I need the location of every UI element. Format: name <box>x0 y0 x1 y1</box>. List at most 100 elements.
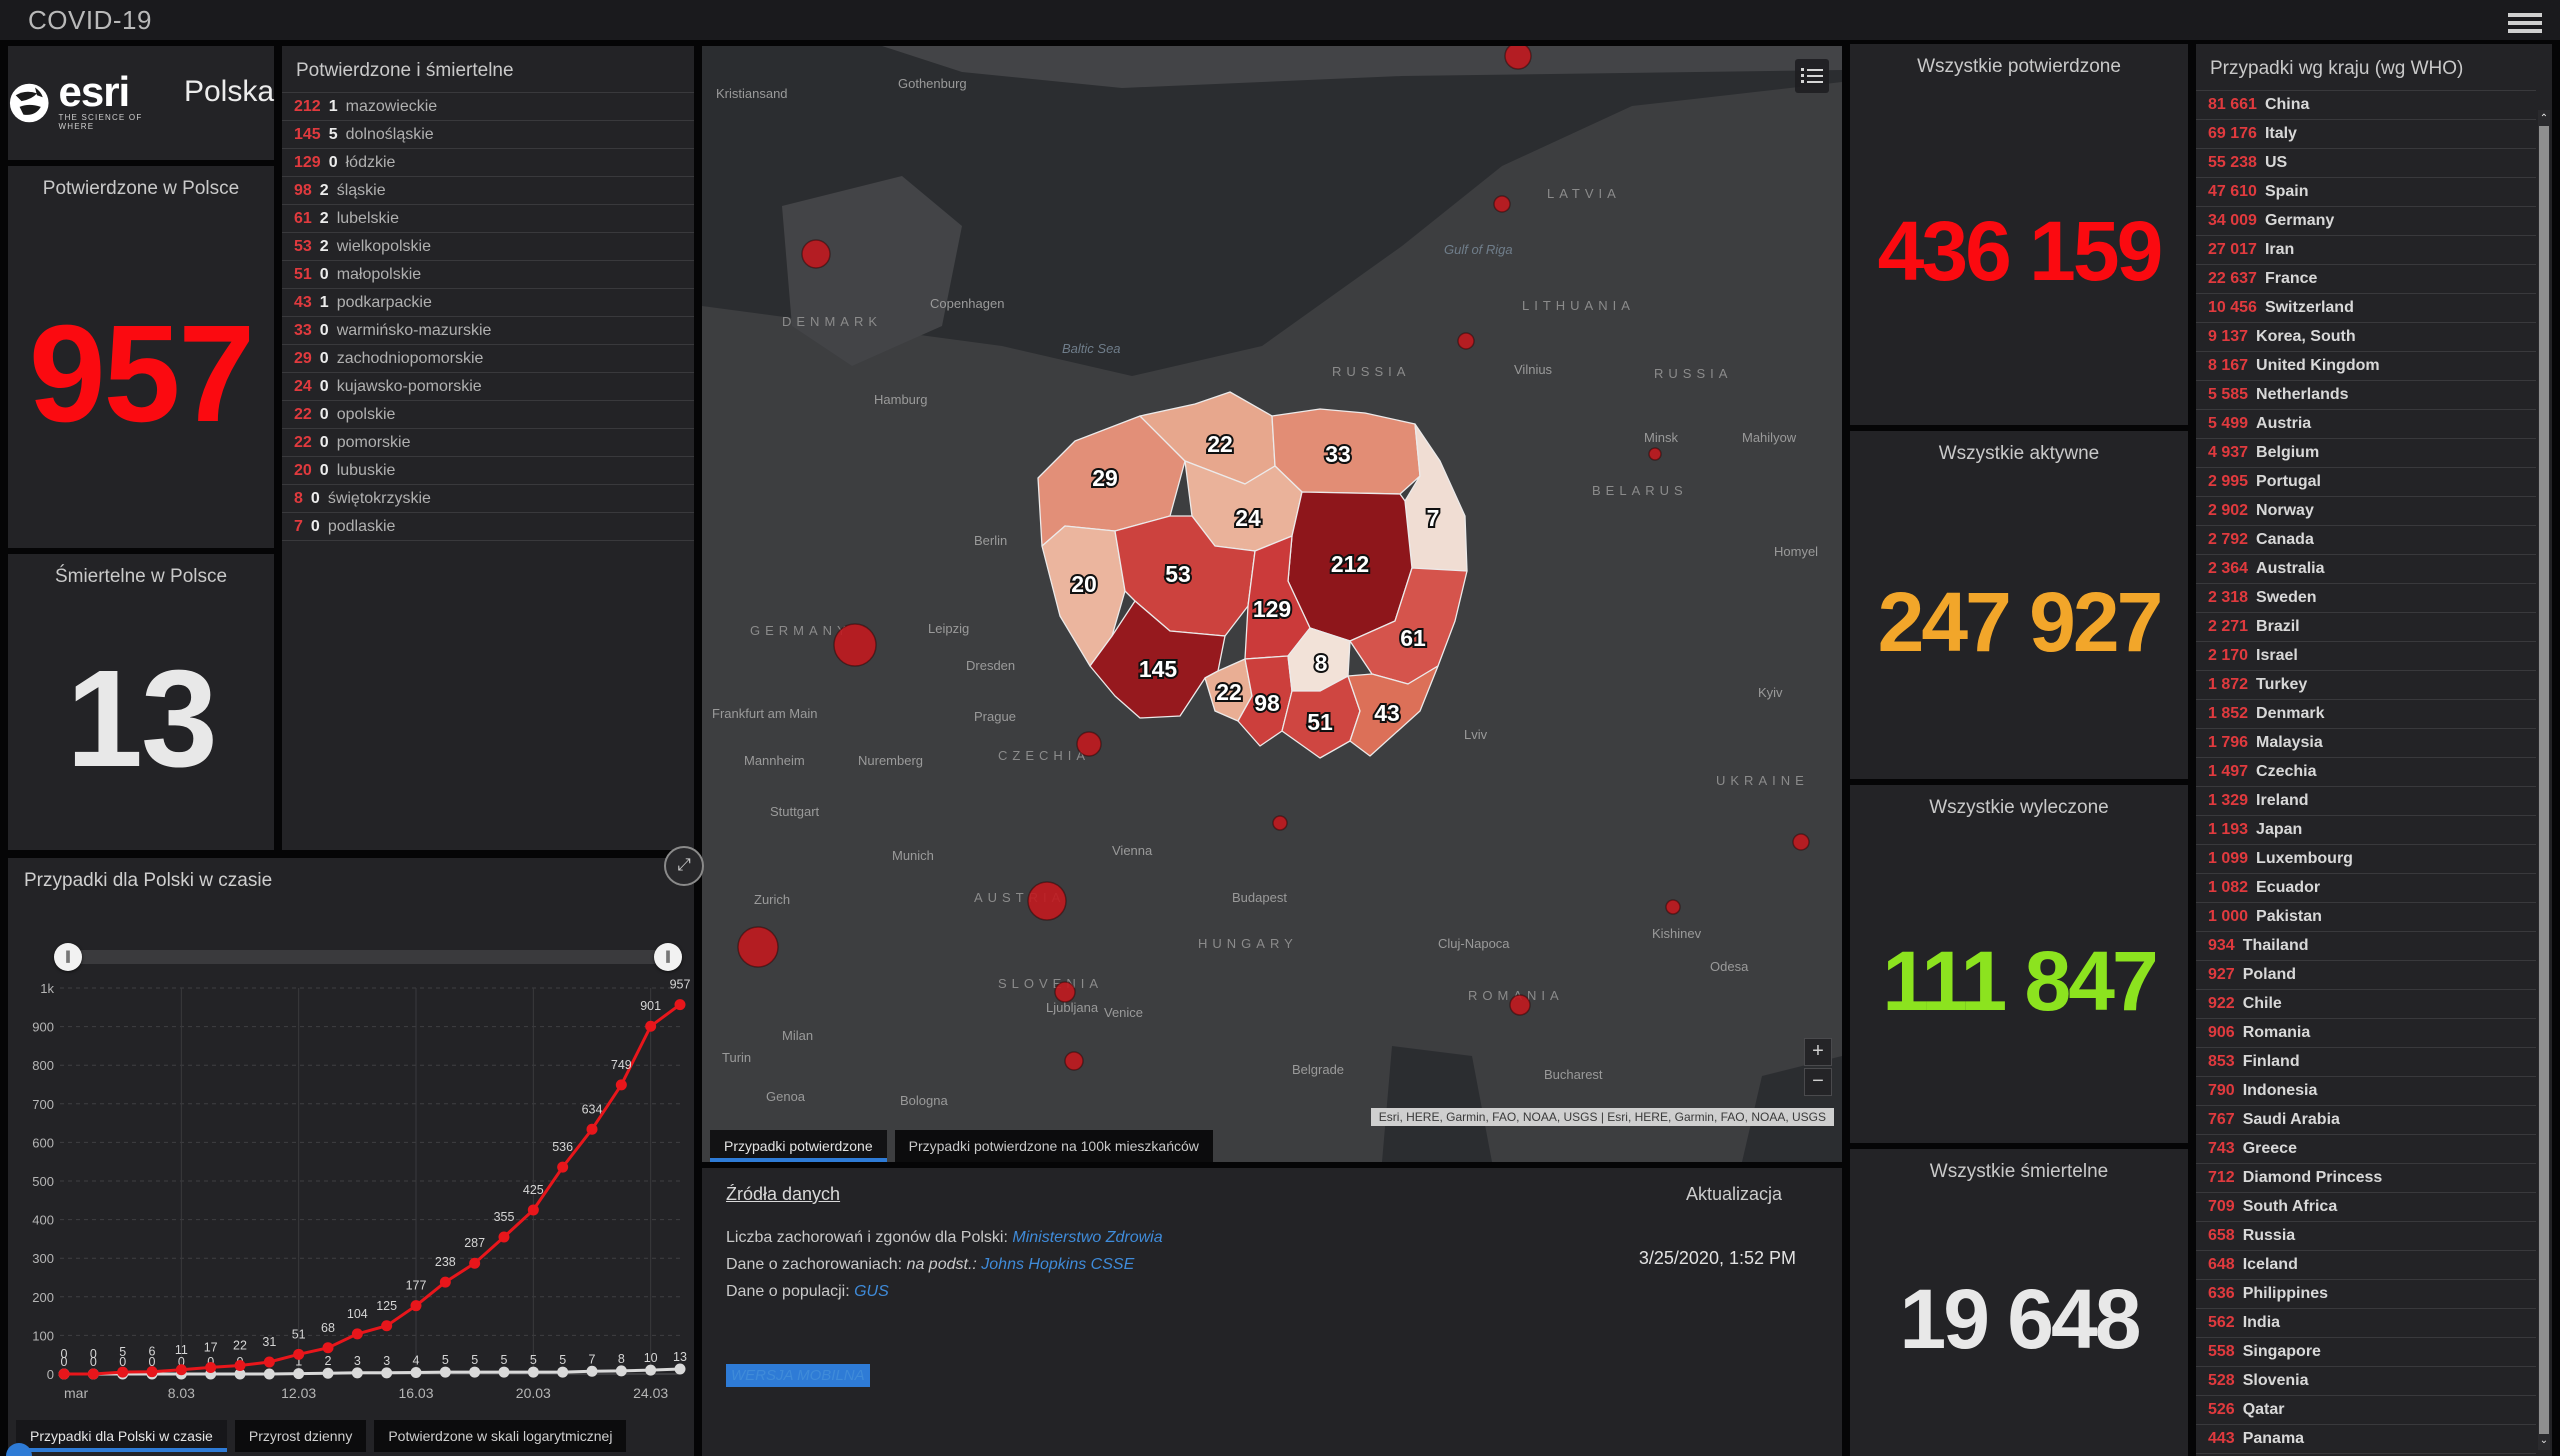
country-row[interactable]: 9 137Korea, South <box>2196 323 2536 352</box>
country-row[interactable]: 526Qatar <box>2196 1396 2536 1425</box>
country-row[interactable]: 1 099Luxembourg <box>2196 845 2536 874</box>
chart-tab[interactable]: Potwierdzone w skali logarytmicznej <box>374 1420 626 1452</box>
svg-text:51: 51 <box>1307 709 1333 735</box>
country-row[interactable]: 934Thailand <box>2196 932 2536 961</box>
svg-text:2: 2 <box>325 1354 332 1368</box>
country-row[interactable]: 906Romania <box>2196 1019 2536 1048</box>
country-row[interactable]: 709South Africa <box>2196 1193 2536 1222</box>
voivodeship-row[interactable]: 220pomorskie <box>282 429 694 457</box>
map-tab[interactable]: Przypadki potwierdzone na 100k mieszkańc… <box>895 1130 1213 1162</box>
country-row[interactable]: 2 902Norway <box>2196 497 2536 526</box>
expand-icon[interactable]: ⤢ <box>664 846 704 886</box>
zoom-out-button[interactable]: − <box>1804 1068 1832 1096</box>
voivodeship-row[interactable]: 2121mazowieckie <box>282 93 694 121</box>
country-row[interactable]: 927Poland <box>2196 961 2536 990</box>
menu-icon[interactable] <box>2508 9 2542 33</box>
chart-tab[interactable]: Przypadki dla Polski w czasie <box>16 1420 227 1452</box>
country-row[interactable]: 2 318Sweden <box>2196 584 2536 613</box>
country-row[interactable]: 10 456Switzerland <box>2196 294 2536 323</box>
voivodeship-row[interactable]: 1290łódzkie <box>282 149 694 177</box>
region-podkarpackie[interactable]: 43 <box>1348 666 1438 756</box>
country-row[interactable]: 27 017Iran <box>2196 236 2536 265</box>
country-row[interactable]: 922Chile <box>2196 990 2536 1019</box>
country-row[interactable]: 1 872Turkey <box>2196 671 2536 700</box>
country-list-title: Przypadki wg kraju (wg WHO) <box>2196 44 2552 90</box>
voivodeship-row[interactable]: 330warmińsko-mazurskie <box>282 317 694 345</box>
country-row[interactable]: 712Diamond Princess <box>2196 1164 2536 1193</box>
voivodeship-row[interactable]: 532wielkopolskie <box>282 233 694 261</box>
country-row[interactable]: 528Slovenia <box>2196 1367 2536 1396</box>
country-row[interactable]: 562India <box>2196 1309 2536 1338</box>
scrollbar-thumb[interactable] <box>2539 126 2549 1434</box>
voivodeship-row[interactable]: 612lubelskie <box>282 205 694 233</box>
country-row[interactable]: 1 852Denmark <box>2196 700 2536 729</box>
country-row[interactable]: 5 585Netherlands <box>2196 381 2536 410</box>
region-mazowieckie[interactable]: 212 <box>1288 492 1412 641</box>
country-row[interactable]: 55 238US <box>2196 149 2536 178</box>
mobile-version-link[interactable]: WERSJA MOBILNA <box>726 1364 870 1387</box>
country-row[interactable]: 34 009Germany <box>2196 207 2536 236</box>
country-row[interactable]: 2 995Portugal <box>2196 468 2536 497</box>
voivodeship-row[interactable]: 290zachodniopomorskie <box>282 345 694 373</box>
voivodeship-row[interactable]: 220opolskie <box>282 401 694 429</box>
svg-text:145: 145 <box>1139 656 1178 682</box>
voivodeship-row[interactable]: 240kujawsko-pomorskie <box>282 373 694 401</box>
country-row[interactable]: 1 193Japan <box>2196 816 2536 845</box>
country-row[interactable]: 4 937Belgium <box>2196 439 2536 468</box>
country-row[interactable]: 767Saudi Arabia <box>2196 1106 2536 1135</box>
map-panel[interactable]: KristiansandGothenburgDENMARKCopenhagenB… <box>702 46 1842 1162</box>
zoom-in-button[interactable]: + <box>1804 1038 1832 1066</box>
svg-text:8: 8 <box>618 1352 625 1366</box>
map-tab[interactable]: Przypadki potwierdzone <box>710 1130 887 1162</box>
country-row[interactable]: 2 170Israel <box>2196 642 2536 671</box>
country-row[interactable]: 1 000Pakistan <box>2196 903 2536 932</box>
update-timestamp: 3/25/2020, 1:52 PM <box>1639 1248 1796 1269</box>
country-row[interactable]: 658Russia <box>2196 1222 2536 1251</box>
confirmed-poland-value: 957 <box>8 200 274 548</box>
sources-heading: Źródła danych <box>726 1184 840 1205</box>
country-row[interactable]: 1 497Czechia <box>2196 758 2536 787</box>
country-row[interactable]: 2 271Brazil <box>2196 613 2536 642</box>
voivodeship-row[interactable]: 70podlaskie <box>282 513 694 541</box>
country-row[interactable]: 2 792Canada <box>2196 526 2536 555</box>
country-row[interactable]: 47 610Spain <box>2196 178 2536 207</box>
gus-link[interactable]: GUS <box>854 1283 889 1300</box>
voivodeship-row[interactable]: 431podkarpackie <box>282 289 694 317</box>
country-row[interactable]: 443Panama <box>2196 1425 2536 1454</box>
poland-choropleth[interactable]: 292233724212205312914522988615143 <box>1020 366 1495 806</box>
jhu-link[interactable]: Johns Hopkins CSSE <box>981 1256 1134 1273</box>
voivodeship-row[interactable]: 982śląskie <box>282 177 694 205</box>
legend-icon[interactable] <box>1795 59 1829 93</box>
scroll-up-icon[interactable]: ⌃ <box>2538 112 2550 126</box>
app-title: COVID-19 <box>28 5 152 36</box>
scroll-down-icon[interactable]: ⌄ <box>2538 1434 2550 1448</box>
ministry-link[interactable]: Ministerstwo Zdrowia <box>1012 1229 1162 1246</box>
voivodeship-row[interactable]: 1455dolnośląskie <box>282 121 694 149</box>
country-row[interactable]: 2 364Australia <box>2196 555 2536 584</box>
country-row[interactable]: 69 176Italy <box>2196 120 2536 149</box>
country-row[interactable]: 1 796Malaysia <box>2196 729 2536 758</box>
country-row[interactable]: 81 661China <box>2196 91 2536 120</box>
slider-handle-right[interactable]: ∥ <box>654 943 682 971</box>
country-row[interactable]: 22 637France <box>2196 265 2536 294</box>
country-row[interactable]: 5 499Austria <box>2196 410 2536 439</box>
country-row[interactable]: 636Philippines <box>2196 1280 2536 1309</box>
country-row[interactable]: 8 167United Kingdom <box>2196 352 2536 381</box>
voivodeship-row[interactable]: 80świętokrzyskie <box>282 485 694 513</box>
region-warmińsko-mazurskie[interactable]: 33 <box>1272 409 1420 494</box>
country-list-scrollbar[interactable]: ⌃ ⌄ <box>2538 110 2550 1450</box>
country-row[interactable]: 743Greece <box>2196 1135 2536 1164</box>
country-row[interactable]: 790Indonesia <box>2196 1077 2536 1106</box>
slider-track[interactable] <box>67 950 669 964</box>
country-row[interactable]: 853Finland <box>2196 1048 2536 1077</box>
country-row[interactable]: 558Singapore <box>2196 1338 2536 1367</box>
voivodeship-list: 2121mazowieckie1455dolnośląskie1290łódzk… <box>282 92 694 541</box>
slider-handle-left[interactable]: ∥ <box>54 943 82 971</box>
chart-tab[interactable]: Przyrost dzienny <box>235 1420 366 1452</box>
svg-text:238: 238 <box>435 1255 456 1269</box>
country-row[interactable]: 1 082Ecuador <box>2196 874 2536 903</box>
country-row[interactable]: 1 329Ireland <box>2196 787 2536 816</box>
voivodeship-row[interactable]: 510małopolskie <box>282 261 694 289</box>
voivodeship-row[interactable]: 200lubuskie <box>282 457 694 485</box>
country-row[interactable]: 648Iceland <box>2196 1251 2536 1280</box>
